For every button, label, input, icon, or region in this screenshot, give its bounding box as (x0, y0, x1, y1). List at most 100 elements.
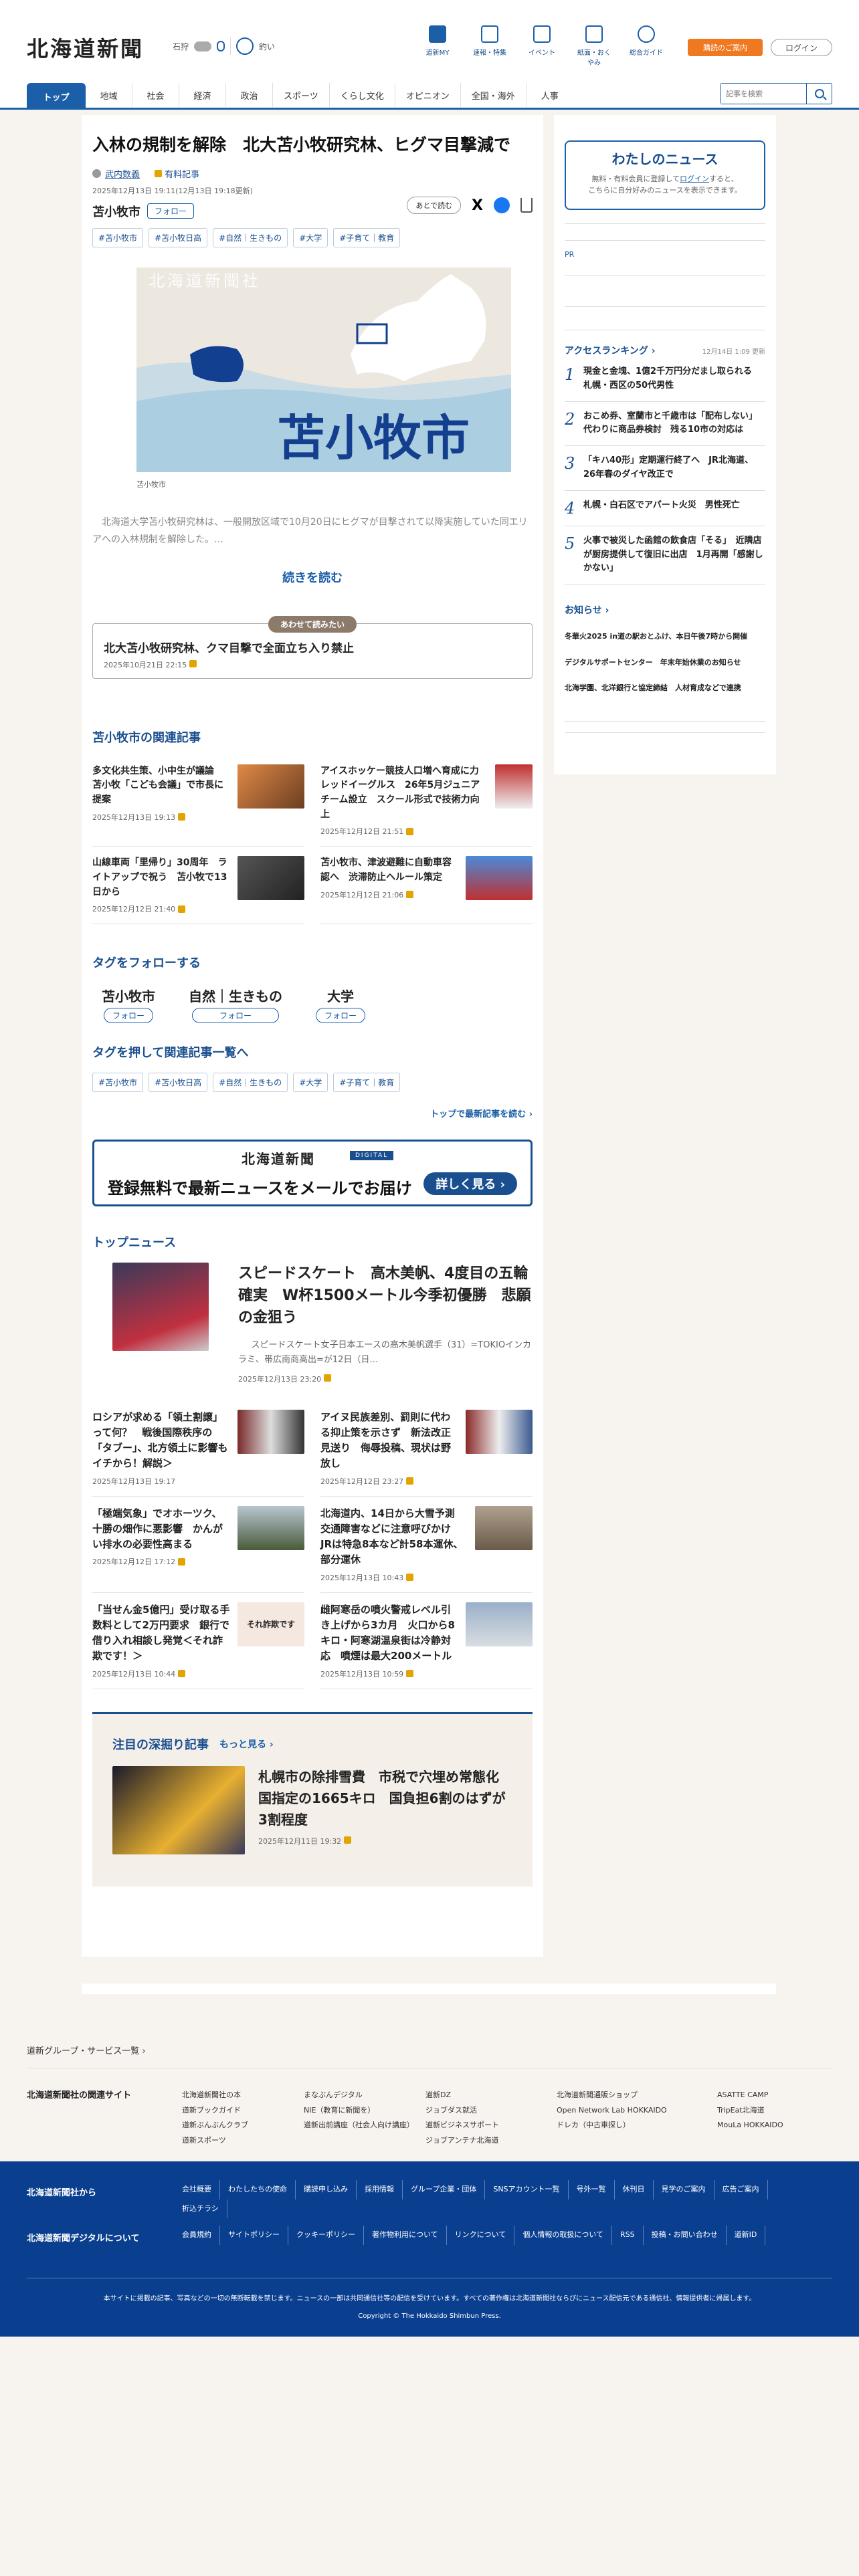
subscribe-button[interactable]: 購読のご案内 (688, 39, 763, 56)
footer-link[interactable]: 道新スポーツ (182, 2133, 304, 2149)
footer-link[interactable]: RSS (620, 2226, 644, 2245)
more-link[interactable]: もっと見る › (219, 1737, 274, 1751)
footer-link[interactable]: 広告ご案内 (723, 2180, 768, 2199)
tag-link[interactable]: #子育て｜教育 (333, 1073, 401, 1093)
footer-link[interactable]: 道新ID (735, 2226, 766, 2245)
tab-sports[interactable]: スポーツ (273, 83, 330, 107)
footer-link[interactable]: 購読申し込み (304, 2180, 357, 2199)
footer-link[interactable]: TripEat北海道 (717, 2103, 797, 2119)
share-icon[interactable] (520, 198, 533, 213)
footer-link[interactable]: 道新ビジネスサポート (425, 2118, 557, 2133)
footer-link[interactable]: わたしたちの使命 (228, 2180, 296, 2199)
follow-button[interactable]: フォロー (191, 1008, 279, 1024)
footer-link[interactable]: 採用情報 (365, 2180, 403, 2199)
tag-link[interactable]: #苫小牧市 (92, 1073, 144, 1093)
footer-link[interactable]: リンクについて (455, 2226, 515, 2245)
footer-link[interactable]: クッキーポリシー (296, 2226, 364, 2245)
footer-link[interactable]: MouLa HOKKAIDO (717, 2118, 797, 2133)
tab-world[interactable]: 全国・海外 (461, 83, 527, 107)
list-item[interactable]: 多文化共生策、小中生が議論 苫小牧「こども会議」で市長に提案 2025年12月13… (92, 755, 304, 847)
tag-link[interactable]: #大学 (293, 227, 328, 247)
footer-link[interactable]: Open Network Lab HOKKAIDO (557, 2103, 717, 2119)
ranking-item[interactable]: 1 現金と金塊、1億2千万円分だまし取られる 札幌・西区の50代男性 (565, 357, 765, 402)
footer-link[interactable]: ASATTE CAMP (717, 2088, 797, 2103)
tab-region[interactable]: 地域 (86, 83, 132, 107)
list-item[interactable]: 北海道内、14日から大雪予測 交通障害などに注意呼びかけ JRは特急8本など計5… (320, 1497, 533, 1593)
read-later-button[interactable]: あとで読む (407, 197, 462, 214)
tag-link[interactable]: #子育て｜教育 (333, 227, 401, 247)
login-button[interactable]: ログイン (771, 39, 832, 56)
notice-item[interactable]: デジタルサポートセンター 年末年始休業のお知らせ (565, 657, 765, 669)
deep-dive-article[interactable]: 札幌市の除排雪費 市税で穴埋め常態化 国指定の1665キロ 国負担6割のはずが3… (112, 1765, 512, 1854)
tab-politics[interactable]: 政治 (226, 83, 273, 107)
footer-link[interactable]: 折込チラシ (182, 2199, 227, 2219)
tab-society[interactable]: 社会 (132, 83, 179, 107)
tab-opinion[interactable]: オピニオン (395, 83, 461, 107)
footer-link[interactable]: 号外一覧 (577, 2180, 615, 2199)
footer-link[interactable]: 投稿・お問い合わせ (652, 2226, 727, 2245)
search-button[interactable] (806, 84, 832, 104)
to-latest-link[interactable]: トップで最新記事を読む › (92, 1107, 533, 1119)
follow-button[interactable]: フォロー (147, 203, 195, 219)
list-item[interactable]: アイヌ民族差別、罰則に代わる抑止策を示さず 新法改正見送り 侮辱投稿、現状は野放… (320, 1400, 533, 1497)
list-item[interactable]: 「当せん金5億円」受け取る手数料として2万円要求 銀行で借り入れ相談し発覚＜それ… (92, 1593, 304, 1689)
read-more-link[interactable]: 続きを読む (92, 568, 533, 586)
ranking-item[interactable]: 2 おこめ券、室蘭市と千歳市は「配布しない」代わりに商品券検討 残る10市の対応は (565, 402, 765, 447)
details-button[interactable]: 詳しく見る › (423, 1172, 517, 1196)
author-link[interactable]: 武内数義 (105, 167, 140, 180)
nav-breaking[interactable]: 速報・特集 (471, 25, 508, 67)
ranking-heading[interactable]: アクセスランキング › (565, 344, 656, 357)
footer-link[interactable]: 会社概要 (182, 2180, 220, 2199)
notice-item[interactable]: 北海学園、北洋銀行と協定締結 人材育成などで連携 (565, 683, 765, 694)
footer-link[interactable]: ジョブアンテナ北海道 (425, 2133, 557, 2149)
footer-link[interactable]: グループ企業・団体 (411, 2180, 486, 2199)
footer-link[interactable]: 見学のご案内 (662, 2180, 714, 2199)
ranking-item[interactable]: 3 「キハ40形」定期運行終了へ JR北海道、26年春のダイヤ改正で (565, 446, 765, 491)
my-news-box[interactable]: わたしのニュース 無料・有料会員に登録してログインすると、 こちらに自分好みのニ… (565, 140, 765, 210)
footer-link[interactable]: ドレカ（中古車探し） (557, 2118, 717, 2133)
notice-item[interactable]: 冬華火2025 in道の駅おとふけ、本日午後7時から開催 (565, 631, 765, 643)
footer-link[interactable]: 道新出前講座（社会人向け講座） (304, 2118, 425, 2133)
top-news-lead[interactable]: スピードスケート 高木美帆、4度目の五輪確実 W杯1500メートル今季初優勝 悲… (92, 1263, 533, 1384)
tab-culture[interactable]: くらし文化 (330, 83, 395, 107)
footer-link[interactable]: まなぶんデジタル (304, 2088, 425, 2103)
footer-link[interactable]: 著作物利用について (372, 2226, 447, 2245)
tab-personnel[interactable]: 人事 (527, 83, 573, 107)
nav-guide[interactable]: 総合ガイド (628, 25, 665, 67)
footer-link[interactable]: ジョブダス就活 (425, 2103, 557, 2119)
tab-economy[interactable]: 経済 (179, 83, 226, 107)
nav-events[interactable]: イベント (523, 25, 561, 67)
ranking-item[interactable]: 4 札幌・白石区でアパート火災 男性死亡 (565, 491, 765, 526)
footer-link[interactable]: 休刊日 (623, 2180, 654, 2199)
footer-link[interactable]: SNSアカウント一覧 (493, 2180, 569, 2199)
digital-banner[interactable]: 北海道新聞 DIGITAL 登録無料で最新ニュースをメールでお届け 詳しく見る … (92, 1140, 533, 1207)
site-logo[interactable]: 北海道新聞 (27, 32, 144, 63)
list-item[interactable]: アイスホッケー競技人口増へ育成に力 レッドイーグルス 26年5月ジュニアチーム設… (320, 755, 533, 847)
nav-mydoshin[interactable]: 道新MY (419, 25, 456, 67)
search-input[interactable] (721, 84, 806, 104)
footer-link[interactable]: 会員規約 (182, 2226, 220, 2245)
tag-link[interactable]: #苫小牧日高 (149, 1073, 208, 1093)
footer-link[interactable]: NIE（教育に新聞を） (304, 2103, 425, 2119)
login-link[interactable]: ログイン (680, 175, 709, 183)
footer-link[interactable]: 道新ブックガイド (182, 2103, 304, 2119)
follow-button[interactable]: フォロー (316, 1008, 366, 1024)
tag-link[interactable]: #自然｜生きもの (213, 1073, 288, 1093)
x-share-icon[interactable]: X (472, 197, 483, 214)
footer-link[interactable]: 北海道新聞社の本 (182, 2088, 304, 2103)
tag-link[interactable]: #大学 (293, 1073, 328, 1093)
recommended-article[interactable]: あわせて読みたい 北大苫小牧研究林、クマ目撃で全面立ち入り禁止 2025年10月… (92, 615, 533, 679)
footer-link[interactable]: 個人情報の取扱について (522, 2226, 613, 2245)
list-item[interactable]: 雌阿寒岳の噴火警戒レベル引き上げから3カ月 火口から8キロ・阿寒湖温泉街は冷静対… (320, 1593, 533, 1689)
tab-top[interactable]: トップ (27, 83, 86, 110)
tag-link[interactable]: #自然｜生きもの (213, 227, 288, 247)
list-item[interactable]: 苫小牧市、津波避難に自動車容認へ 渋滞防止ヘルール策定 2025年12月12日 2… (320, 847, 533, 925)
list-item[interactable]: 山線車両「里帰り」30周年 ライトアップで祝う 苫小牧で13日から 2025年12… (92, 847, 304, 925)
footer-link[interactable]: 道新DZ (425, 2088, 557, 2103)
group-services-link[interactable]: 道新グループ・サービス一覧 › (27, 2044, 146, 2056)
footer-link[interactable]: サイトポリシー (228, 2226, 288, 2245)
primary-tag[interactable]: 苫小牧市 (92, 203, 140, 220)
list-item[interactable]: ロシアが求める「領土割譲」って何？ 戦後国際秩序の「タブー」、北方領土に影響もイ… (92, 1400, 304, 1497)
tag-link[interactable]: #苫小牧日高 (149, 227, 208, 247)
notice-heading[interactable]: お知らせ › (565, 603, 765, 617)
